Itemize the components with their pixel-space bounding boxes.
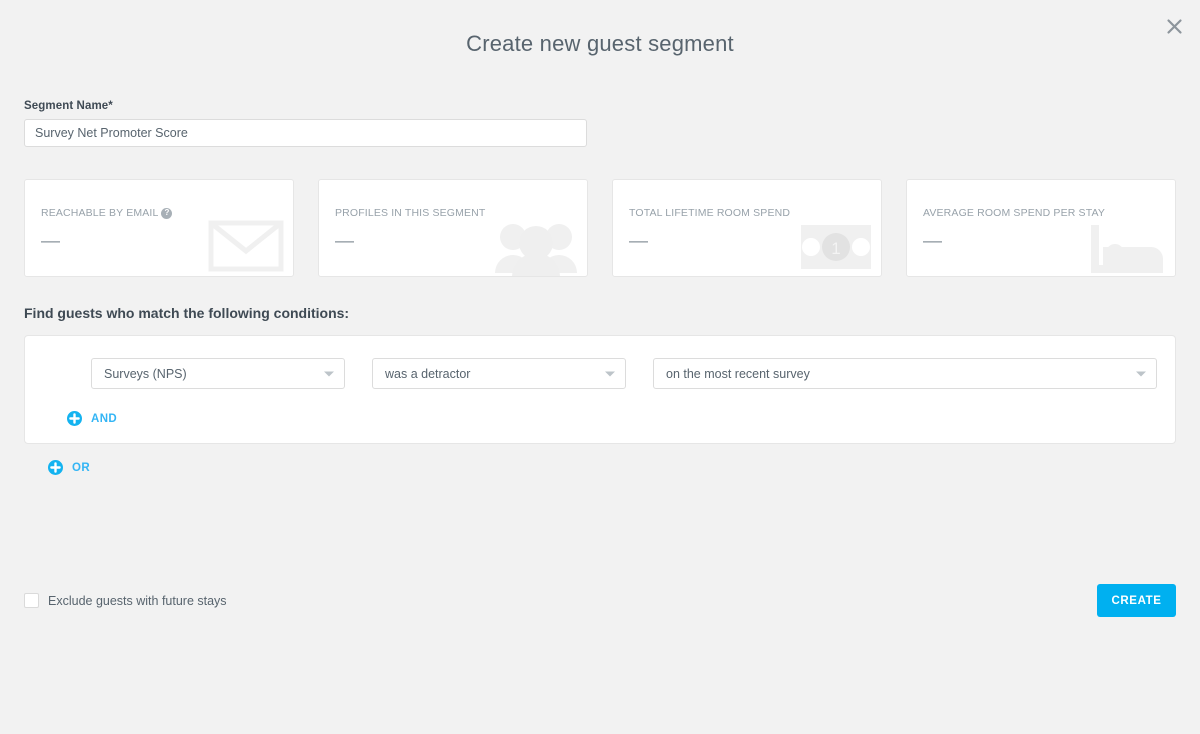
chevron-down-icon [1136, 371, 1146, 376]
add-or-condition-button[interactable]: OR [48, 460, 90, 475]
stat-card-label: TOTAL LIFETIME ROOM SPEND [629, 207, 790, 219]
dialog-footer: Exclude guests with future stays CREATE [24, 584, 1176, 617]
stat-card-label: REACHABLE BY EMAIL ? [41, 207, 173, 219]
stat-card-value: — [629, 231, 648, 252]
add-and-row: AND [25, 389, 1175, 431]
plus-circle-icon [48, 460, 63, 475]
page-title: Create new guest segment [466, 31, 734, 56]
stat-card-label: PROFILES IN THIS SEGMENT [335, 207, 485, 219]
add-and-label: AND [91, 412, 118, 425]
stat-card-average-room-spend-per-stay: AVERAGE ROOM SPEND PER STAY — [906, 179, 1176, 277]
exclude-future-stays-checkbox[interactable] [24, 593, 39, 608]
create-segment-dialog: Create new guest segment Segment Name* R… [0, 0, 1200, 734]
stat-card-value: — [41, 231, 60, 252]
condition-row: Surveys (NPS) was a detractor on the mos… [25, 358, 1175, 389]
condition-scope-select[interactable]: on the most recent survey [653, 358, 1157, 389]
close-icon[interactable] [1160, 12, 1188, 40]
stat-card-label-text: REACHABLE BY EMAIL [41, 207, 159, 219]
condition-scope-value: on the most recent survey [666, 366, 810, 381]
stat-card-total-lifetime-room-spend: TOTAL LIFETIME ROOM SPEND — 1 [612, 179, 882, 277]
conditions-heading: Find guests who match the following cond… [24, 305, 350, 321]
stat-card-profiles-in-segment: PROFILES IN THIS SEGMENT — [318, 179, 588, 277]
segment-name-label: Segment Name* [24, 100, 113, 112]
stat-card-label-text: AVERAGE ROOM SPEND PER STAY [923, 207, 1106, 219]
condition-operator-select[interactable]: was a detractor [372, 358, 626, 389]
condition-field-value: Surveys (NPS) [104, 366, 187, 381]
stat-card-value: — [335, 231, 354, 252]
add-or-label: OR [72, 461, 91, 474]
create-button[interactable]: CREATE [1097, 584, 1176, 617]
help-icon[interactable]: ? [161, 207, 173, 219]
svg-text:1: 1 [831, 239, 840, 258]
chevron-down-icon [324, 371, 334, 376]
condition-field-select[interactable]: Surveys (NPS) [91, 358, 345, 389]
envelope-icon [207, 215, 285, 276]
exclude-future-stays-label: Exclude guests with future stays [48, 593, 227, 608]
conditions-panel: Surveys (NPS) was a detractor on the mos… [24, 335, 1176, 444]
bed-icon [1087, 221, 1167, 276]
dialog-body: Segment Name* REACHABLE BY EMAIL ? — [0, 100, 1200, 480]
condition-operator-value: was a detractor [385, 366, 471, 381]
banknote-icon: 1 [799, 219, 873, 276]
exclude-future-stays-row[interactable]: Exclude guests with future stays [24, 593, 227, 608]
add-or-row: OR [24, 444, 1176, 480]
stat-card-label-text: TOTAL LIFETIME ROOM SPEND [629, 207, 791, 219]
stat-card-value: — [923, 231, 942, 252]
chevron-down-icon [605, 371, 615, 376]
stat-card-reachable-by-email: REACHABLE BY EMAIL ? — [24, 179, 294, 277]
segment-name-input[interactable] [24, 119, 587, 147]
stat-cards: REACHABLE BY EMAIL ? — PROFILES IN THIS … [24, 179, 1176, 277]
add-and-condition-button[interactable]: AND [67, 411, 117, 426]
people-group-icon [493, 215, 579, 276]
close-glyph [1166, 18, 1182, 34]
plus-circle-icon [67, 411, 82, 426]
stat-card-label-text: PROFILES IN THIS SEGMENT [335, 207, 486, 219]
stat-card-label: AVERAGE ROOM SPEND PER STAY [923, 207, 1105, 219]
